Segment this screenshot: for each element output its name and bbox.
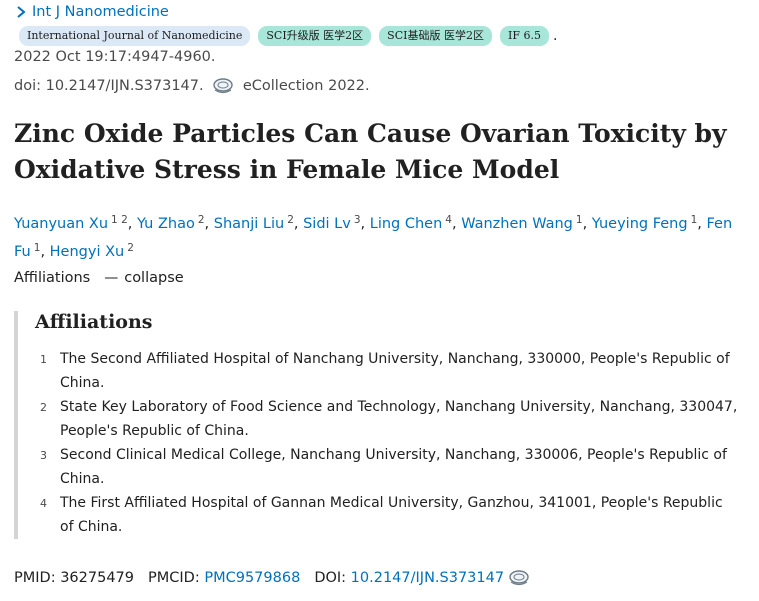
citation-date-pages: 2022 Oct 19:17:4947-4960. xyxy=(14,49,216,65)
author-entry: Ling Chen 4, xyxy=(370,214,462,232)
affiliations-toggle[interactable]: Affiliations — collapse xyxy=(14,270,184,286)
author-link[interactable]: Wanzhen Wang xyxy=(461,216,573,232)
badge-trailing-dot: . xyxy=(552,28,558,44)
journal-row[interactable]: Int J Nanomedicine xyxy=(14,4,169,20)
affiliations-toggle-label: Affiliations xyxy=(14,270,91,286)
author-separator: , xyxy=(293,216,304,232)
chevron-right-icon xyxy=(17,6,26,18)
sci-basic-badge: SCI基础版 医学2区 xyxy=(379,26,492,46)
ecollection-text: eCollection 2022. xyxy=(242,78,370,94)
author-link[interactable]: Yueying Feng xyxy=(592,216,688,232)
author-affiliation-number[interactable]: 2 xyxy=(287,214,294,226)
author-separator: , xyxy=(582,216,592,232)
journal-full-name-badge: International Journal of Nanomedicine xyxy=(19,26,251,46)
affiliation-number: 1 xyxy=(40,353,47,366)
pmid-value: 36275479 xyxy=(60,570,135,586)
doi-lens-icon[interactable] xyxy=(508,570,530,586)
affiliation-text: State Key Laboratory of Food Science and… xyxy=(60,399,738,439)
journal-badges: International Journal of Nanomedicine SC… xyxy=(19,26,557,46)
affiliations-heading: Affiliations xyxy=(35,311,153,333)
collapse-dash-icon: — xyxy=(104,270,119,286)
affiliation-item: 2 State Key Laboratory of Food Science a… xyxy=(40,395,740,443)
author-entry: Shanji Liu 2, xyxy=(214,214,304,232)
author-link[interactable]: Hengyi Xu xyxy=(50,244,125,260)
author-link[interactable]: Yuanyuan Xu xyxy=(14,216,108,232)
pmcid-label: PMCID: xyxy=(148,570,200,586)
affiliation-item: 3 Second Clinical Medical College, Nanch… xyxy=(40,443,740,491)
author-entry: Yu Zhao 2, xyxy=(137,214,214,232)
author-affiliation-number[interactable]: 1 2 xyxy=(111,214,128,226)
author-affiliation-number[interactable]: 1 xyxy=(576,214,583,226)
article-identifiers: PMID: 36275479 PMCID: PMC9579868 DOI: 10… xyxy=(14,570,534,586)
doi-lens-icon[interactable] xyxy=(212,78,234,94)
doi-link[interactable]: 10.2147/IJN.S373147 xyxy=(351,570,504,586)
author-entry: Yueying Feng 1, xyxy=(592,214,707,232)
affiliation-number: 4 xyxy=(40,497,47,510)
sci-upgraded-badge: SCI升级版 医学2区 xyxy=(258,26,372,46)
author-link[interactable]: Shanji Liu xyxy=(214,216,284,232)
affiliation-text: The Second Affiliated Hospital of Nancha… xyxy=(60,351,730,391)
author-link[interactable]: Sidi Lv xyxy=(303,216,351,232)
author-link[interactable]: Yu Zhao xyxy=(137,216,195,232)
author-separator: , xyxy=(360,216,370,232)
affiliations-list: 1 The Second Affiliated Hospital of Nanc… xyxy=(40,347,740,539)
author-separator: , xyxy=(40,244,50,260)
author-separator: , xyxy=(451,216,462,232)
citation-doi-text: doi: 10.2147/IJN.S373147. xyxy=(14,78,204,94)
author-list: Yuanyuan Xu 1 2, Yu Zhao 2, Shanji Liu 2, S… xyxy=(14,208,744,264)
author-entry: Sidi Lv 3, xyxy=(303,214,370,232)
journal-link[interactable]: Int J Nanomedicine xyxy=(32,4,169,20)
affiliations-panel: Affiliations 1 The Second Affiliated Hos… xyxy=(14,311,748,539)
affiliation-item: 4 The First Affiliated Hospital of Ganna… xyxy=(40,491,740,539)
author-link[interactable]: Ling Chen xyxy=(370,216,443,232)
affiliation-item: 1 The Second Affiliated Hospital of Nanc… xyxy=(40,347,740,395)
affiliation-number: 3 xyxy=(40,449,47,462)
affiliation-text: The First Affiliated Hospital of Gannan … xyxy=(60,495,723,535)
author-separator: , xyxy=(127,216,137,232)
affiliation-number: 2 xyxy=(40,401,47,414)
author-affiliation-number[interactable]: 2 xyxy=(198,214,205,226)
author-entry: Yuanyuan Xu 1 2, xyxy=(14,214,137,232)
author-entry: Wanzhen Wang 1, xyxy=(461,214,592,232)
impact-factor-badge: IF 6.5 xyxy=(499,26,549,46)
doi-label: DOI: xyxy=(314,570,347,586)
collapse-link[interactable]: collapse xyxy=(124,270,183,286)
author-affiliation-number[interactable]: 2 xyxy=(127,242,134,254)
author-separator: , xyxy=(204,216,214,232)
article-title: Zinc Oxide Particles Can Cause Ovarian T… xyxy=(14,119,727,184)
pmid-label: PMID: xyxy=(14,570,56,586)
author-affiliation-number[interactable]: 4 xyxy=(445,214,452,226)
author-entry: Hengyi Xu 2 xyxy=(50,242,134,260)
author-affiliation-number[interactable]: 3 xyxy=(354,214,361,226)
affiliation-text: Second Clinical Medical College, Nanchan… xyxy=(60,447,727,487)
pmcid-link[interactable]: PMC9579868 xyxy=(204,570,300,586)
citation-doi-line: doi: 10.2147/IJN.S373147. eCollection 20… xyxy=(14,78,370,94)
